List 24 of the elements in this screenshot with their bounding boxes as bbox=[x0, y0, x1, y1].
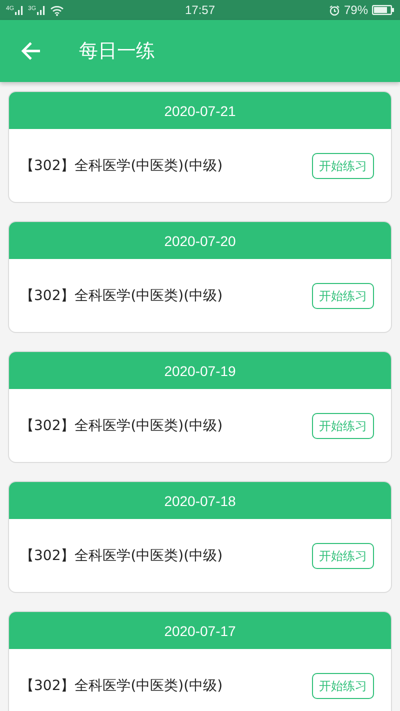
practice-date: 2020-07-20 bbox=[164, 232, 236, 248]
practice-date: 2020-07-17 bbox=[164, 622, 236, 638]
battery-icon bbox=[372, 5, 394, 15]
start-practice-button[interactable]: 开始练习 bbox=[312, 672, 374, 698]
subject-name: 【302】全科医学(中医类)(中级) bbox=[20, 546, 224, 564]
signal-icon bbox=[15, 6, 24, 14]
battery-percent: 79% bbox=[344, 3, 368, 17]
back-button[interactable] bbox=[21, 40, 43, 62]
page-title: 每日一练 bbox=[79, 39, 155, 64]
clock-time: 17:57 bbox=[184, 3, 216, 17]
wifi-icon bbox=[50, 4, 64, 16]
start-practice-button[interactable]: 开始练习 bbox=[312, 152, 374, 178]
subject-name: 【302】全科医学(中医类)(中级) bbox=[20, 286, 224, 304]
subject-name: 【302】全科医学(中医类)(中级) bbox=[20, 676, 224, 694]
start-practice-button[interactable]: 开始练习 bbox=[312, 412, 374, 438]
subject-name: 【302】全科医学(中医类)(中级) bbox=[20, 156, 224, 174]
signal-icon bbox=[37, 6, 46, 14]
start-practice-button[interactable]: 开始练习 bbox=[312, 542, 374, 568]
practice-date: 2020-07-21 bbox=[164, 102, 236, 118]
practice-date: 2020-07-19 bbox=[164, 362, 236, 378]
alarm-icon bbox=[328, 4, 340, 16]
start-practice-button[interactable]: 开始练习 bbox=[312, 282, 374, 308]
subject-name: 【302】全科医学(中医类)(中级) bbox=[20, 416, 224, 434]
practice-date: 2020-07-18 bbox=[164, 492, 236, 508]
